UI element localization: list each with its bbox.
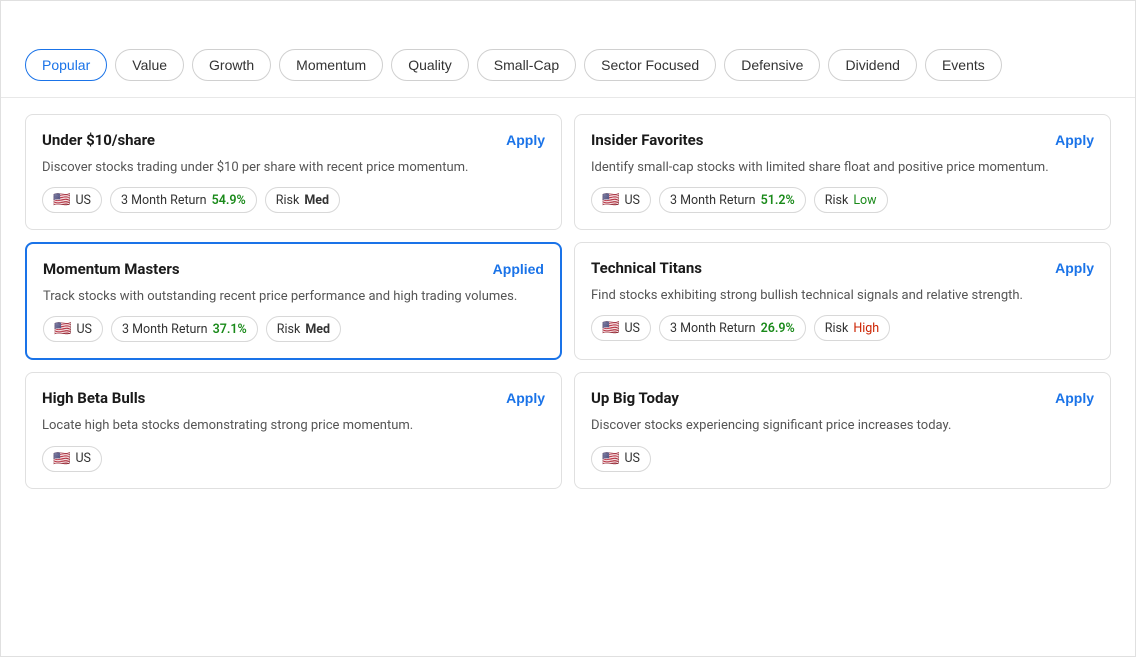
modal-header <box>1 25 1135 49</box>
risk-value: High <box>853 321 879 336</box>
card-header: Momentum Masters Applied <box>43 260 544 278</box>
card-description: Discover stocks experiencing significant… <box>591 417 1094 435</box>
card-title: Under $10/share <box>42 131 155 149</box>
card-tags: 🇺🇸 US 3 Month Return 26.9% Risk High <box>591 315 1094 341</box>
return-value: 51.2% <box>761 193 795 208</box>
card-description: Identify small-cap stocks with limited s… <box>591 159 1094 177</box>
region-tag: 🇺🇸 US <box>591 187 651 213</box>
card-title: Technical Titans <box>591 259 702 277</box>
card-title: Insider Favorites <box>591 131 703 149</box>
cards-grid: Under $10/share Apply Discover stocks tr… <box>1 98 1135 656</box>
card-tags: 🇺🇸 US 3 Month Return 51.2% Risk Low <box>591 187 1094 213</box>
apply-button-high-beta-bulls[interactable]: Apply <box>506 390 545 406</box>
risk-tag: Risk High <box>814 315 890 341</box>
region-tag: 🇺🇸 US <box>43 316 103 342</box>
region-label: US <box>624 321 640 336</box>
risk-label: Risk <box>277 322 301 337</box>
return-value: 37.1% <box>213 322 247 337</box>
apply-button-under-10[interactable]: Apply <box>506 132 545 148</box>
return-tag: 3 Month Return 54.9% <box>110 187 257 213</box>
tab-small-cap[interactable]: Small-Cap <box>477 49 576 81</box>
screeners-modal: PopularValueGrowthMomentumQualitySmall-C… <box>0 0 1136 657</box>
risk-label: Risk <box>276 193 300 208</box>
card-description: Track stocks with outstanding recent pri… <box>43 288 544 306</box>
region-label: US <box>76 322 92 337</box>
tab-defensive[interactable]: Defensive <box>724 49 820 81</box>
apply-button-momentum-masters[interactable]: Applied <box>493 261 544 277</box>
screener-card-momentum-masters: Momentum Masters Applied Track stocks wi… <box>25 242 562 360</box>
card-header: Up Big Today Apply <box>591 389 1094 407</box>
region-label: US <box>75 193 91 208</box>
return-label: 3 Month Return <box>670 193 756 208</box>
close-button[interactable] <box>1103 25 1111 33</box>
card-header: Under $10/share Apply <box>42 131 545 149</box>
return-label: 3 Month Return <box>121 193 207 208</box>
return-label: 3 Month Return <box>122 322 208 337</box>
screener-card-high-beta-bulls: High Beta Bulls Apply Locate high beta s… <box>25 372 562 488</box>
risk-tag: Risk Low <box>814 187 888 213</box>
risk-value: Med <box>304 193 329 208</box>
card-title: Momentum Masters <box>43 260 180 278</box>
screener-card-under-10: Under $10/share Apply Discover stocks tr… <box>25 114 562 230</box>
risk-value: Med <box>305 322 330 337</box>
tab-events[interactable]: Events <box>925 49 1002 81</box>
flag-icon: 🇺🇸 <box>602 192 619 208</box>
card-tags: 🇺🇸 US <box>591 446 1094 472</box>
tab-momentum[interactable]: Momentum <box>279 49 383 81</box>
card-title: Up Big Today <box>591 389 679 407</box>
return-tag: 3 Month Return 37.1% <box>111 316 258 342</box>
apply-button-up-big-today[interactable]: Apply <box>1055 390 1094 406</box>
card-header: High Beta Bulls Apply <box>42 389 545 407</box>
return-tag: 3 Month Return 26.9% <box>659 315 806 341</box>
card-header: Technical Titans Apply <box>591 259 1094 277</box>
region-tag: 🇺🇸 US <box>42 446 102 472</box>
region-tag: 🇺🇸 US <box>591 446 651 472</box>
risk-tag: Risk Med <box>266 316 341 342</box>
flag-icon: 🇺🇸 <box>602 451 619 467</box>
screener-card-insider-favorites: Insider Favorites Apply Identify small-c… <box>574 114 1111 230</box>
tab-growth[interactable]: Growth <box>192 49 271 81</box>
screener-card-technical-titans: Technical Titans Apply Find stocks exhib… <box>574 242 1111 360</box>
region-tag: 🇺🇸 US <box>42 187 102 213</box>
risk-tag: Risk Med <box>265 187 340 213</box>
filter-tabs: PopularValueGrowthMomentumQualitySmall-C… <box>1 49 1135 97</box>
flag-icon: 🇺🇸 <box>602 320 619 336</box>
risk-label: Risk <box>825 321 849 336</box>
card-tags: 🇺🇸 US 3 Month Return 54.9% Risk Med <box>42 187 545 213</box>
tab-quality[interactable]: Quality <box>391 49 469 81</box>
flag-icon: 🇺🇸 <box>53 192 70 208</box>
return-value: 54.9% <box>212 193 246 208</box>
apply-button-technical-titans[interactable]: Apply <box>1055 260 1094 276</box>
card-title: High Beta Bulls <box>42 389 145 407</box>
return-tag: 3 Month Return 51.2% <box>659 187 806 213</box>
region-tag: 🇺🇸 US <box>591 315 651 341</box>
region-label: US <box>624 193 640 208</box>
tab-popular[interactable]: Popular <box>25 49 107 81</box>
apply-button-insider-favorites[interactable]: Apply <box>1055 132 1094 148</box>
risk-label: Risk <box>825 193 849 208</box>
screener-card-up-big-today: Up Big Today Apply Discover stocks exper… <box>574 372 1111 488</box>
flag-icon: 🇺🇸 <box>54 321 71 337</box>
card-description: Locate high beta stocks demonstrating st… <box>42 417 545 435</box>
tab-dividend[interactable]: Dividend <box>828 49 916 81</box>
card-tags: 🇺🇸 US 3 Month Return 37.1% Risk Med <box>43 316 544 342</box>
tab-sector-focused[interactable]: Sector Focused <box>584 49 716 81</box>
return-label: 3 Month Return <box>670 321 756 336</box>
tab-value[interactable]: Value <box>115 49 184 81</box>
region-label: US <box>624 451 640 466</box>
flag-icon: 🇺🇸 <box>53 451 70 467</box>
return-value: 26.9% <box>761 321 795 336</box>
card-description: Discover stocks trading under $10 per sh… <box>42 159 545 177</box>
risk-value: Low <box>853 193 876 208</box>
card-header: Insider Favorites Apply <box>591 131 1094 149</box>
card-tags: 🇺🇸 US <box>42 446 545 472</box>
card-description: Find stocks exhibiting strong bullish te… <box>591 287 1094 305</box>
region-label: US <box>75 451 91 466</box>
